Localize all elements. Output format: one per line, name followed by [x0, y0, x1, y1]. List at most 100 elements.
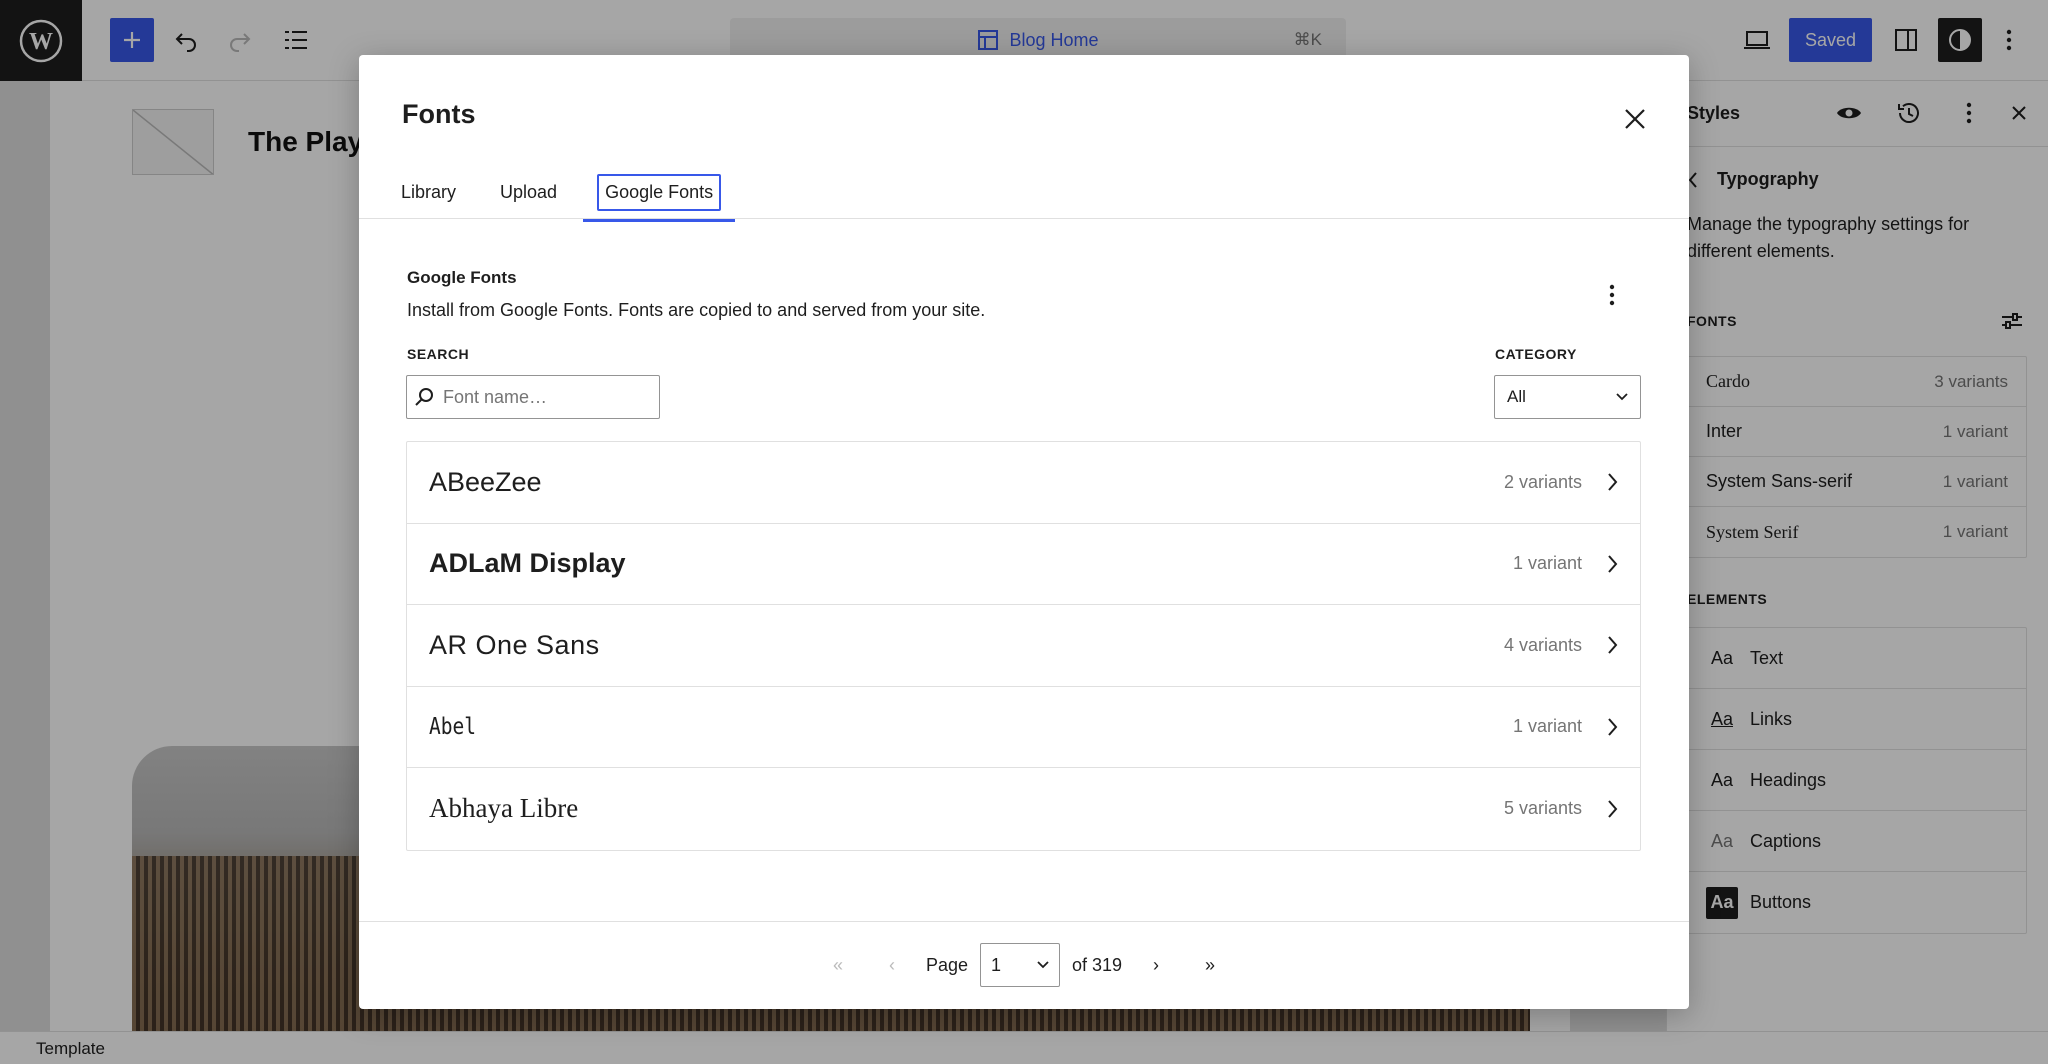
styles-sidebar: Styles Typography Manage the typography …	[1666, 81, 2048, 1031]
element-item-text[interactable]: Aa Text	[1688, 628, 2026, 689]
chevron-right-icon	[1608, 718, 1618, 736]
modal-title: Fonts	[402, 99, 476, 129]
font-result-item[interactable]: Abhaya Libre 5 variants	[407, 768, 1640, 850]
more-vertical-icon	[1966, 102, 1972, 124]
svg-text:W: W	[29, 29, 53, 55]
element-label: Headings	[1750, 769, 1827, 790]
wordpress-logo-icon[interactable]: W	[0, 0, 82, 81]
aa-icon: Aa	[1710, 647, 1734, 668]
section-title: Google Fonts	[407, 268, 517, 287]
last-page-button[interactable]: »	[1190, 955, 1230, 976]
eye-icon	[1837, 107, 1861, 119]
element-item-buttons[interactable]: Aa Buttons	[1688, 872, 2026, 933]
category-label: CATEGORY	[1495, 346, 1577, 362]
settings-toggle-button[interactable]	[1884, 18, 1928, 62]
font-variant-count: 1 variant	[1942, 522, 2008, 541]
font-result-name: Abhaya Libre	[429, 793, 579, 824]
previous-page-button[interactable]: ‹	[872, 955, 912, 976]
contrast-icon	[1949, 29, 1971, 51]
sidebar-more-button[interactable]	[1951, 95, 1987, 131]
font-result-item[interactable]: Abel 1 variant	[407, 687, 1640, 768]
breadcrumb-template[interactable]: Template	[36, 1039, 105, 1059]
font-result-item[interactable]: ADLaM Display 1 variant	[407, 524, 1640, 605]
element-item-links[interactable]: Aa Links	[1688, 689, 2026, 750]
search-icon	[415, 388, 433, 406]
fonts-modal: Fonts Library Upload Google Fonts Google…	[359, 55, 1689, 1009]
font-result-item[interactable]: ABeeZee 2 variants	[407, 442, 1640, 524]
page-value: 1	[991, 954, 1002, 975]
font-result-count: 1 variant	[1512, 716, 1582, 737]
style-book-button[interactable]	[1831, 95, 1867, 131]
element-item-captions[interactable]: Aa Captions	[1688, 811, 2026, 872]
tab-upload[interactable]: Upload	[488, 165, 569, 220]
elements-list: Aa Text Aa Links Aa Headings Aa Captions…	[1687, 627, 2027, 934]
next-page-button[interactable]: ›	[1136, 955, 1176, 976]
page-total: of 319	[1072, 954, 1123, 975]
settings-sliders-icon	[2002, 313, 2022, 329]
font-item[interactable]: System Serif 1 variant	[1688, 507, 2026, 557]
close-modal-button[interactable]	[1615, 99, 1655, 139]
google-fonts-options-button[interactable]	[1594, 277, 1630, 313]
category-select[interactable]: All	[1494, 375, 1641, 419]
font-result-count: 4 variants	[1503, 634, 1582, 655]
element-item-headings[interactable]: Aa Headings	[1688, 750, 2026, 811]
revisions-button[interactable]	[1891, 95, 1927, 131]
font-item[interactable]: Inter 1 variant	[1688, 407, 2026, 457]
more-vertical-icon	[2006, 29, 2012, 51]
element-label: Links	[1750, 708, 1793, 729]
search-label: SEARCH	[407, 346, 470, 362]
font-result-item[interactable]: AR One Sans 4 variants	[407, 605, 1640, 687]
plus-icon	[124, 32, 140, 48]
chevron-right-icon	[1608, 555, 1618, 573]
font-result-count: 2 variants	[1503, 471, 1582, 492]
font-result-count: 1 variant	[1512, 553, 1582, 574]
font-result-name: Abel	[429, 713, 477, 740]
tab-google-fonts[interactable]: Google Fonts	[583, 165, 736, 222]
font-name: Cardo	[1706, 371, 1750, 391]
close-sidebar-button[interactable]	[2001, 95, 2037, 131]
manage-fonts-button[interactable]	[1997, 306, 2027, 336]
font-variant-count: 1 variant	[1942, 421, 2008, 441]
typography-back-row: Typography	[1687, 169, 1819, 190]
more-vertical-icon	[1609, 284, 1615, 306]
font-result-name: ADLaM Display	[429, 548, 626, 579]
element-label: Text	[1750, 647, 1784, 668]
history-icon	[1898, 103, 1919, 123]
search-input[interactable]	[443, 386, 643, 408]
chevron-right-icon	[1608, 800, 1618, 818]
list-view-icon	[285, 31, 307, 49]
panel-title: Typography	[1717, 169, 1819, 189]
desktop-icon	[1744, 31, 1770, 49]
aa-icon: Aa	[1710, 708, 1734, 729]
page-select[interactable]: 1	[980, 943, 1060, 987]
command-shortcut: ⌘K	[1293, 30, 1322, 49]
font-item[interactable]: System Sans-serif 1 variant	[1688, 457, 2026, 507]
element-label: Captions	[1750, 830, 1822, 851]
first-page-button[interactable]: «	[818, 955, 858, 976]
tab-label: Library	[401, 182, 457, 202]
undo-button[interactable]	[164, 18, 208, 62]
close-icon	[1625, 109, 1645, 129]
redo-icon	[230, 33, 251, 52]
font-result-count: 5 variants	[1503, 798, 1582, 819]
site-logo-placeholder[interactable]	[132, 109, 214, 175]
font-variant-count: 1 variant	[1942, 471, 2008, 491]
font-item[interactable]: Cardo 3 variants	[1688, 357, 2026, 407]
options-button[interactable]	[1994, 18, 2024, 62]
tab-library[interactable]: Library	[389, 165, 468, 220]
pagination: « ‹ Page 1 of 319 › »	[359, 943, 1689, 987]
save-button[interactable]: Saved	[1789, 18, 1872, 62]
add-block-button[interactable]	[110, 18, 154, 62]
panel-description: Manage the typography settings for diffe…	[1687, 214, 1970, 261]
redo-button[interactable]	[218, 18, 262, 62]
close-icon	[2012, 106, 2026, 120]
document-overview-button[interactable]	[274, 18, 318, 62]
google-fonts-list: ABeeZee 2 variants ADLaM Display 1 varia…	[406, 441, 1641, 851]
preview-device-button[interactable]	[1735, 18, 1779, 62]
styles-toggle-button[interactable]	[1938, 18, 1982, 62]
chevron-right-icon	[1608, 636, 1618, 654]
search-field[interactable]	[406, 375, 660, 419]
font-result-name: ABeeZee	[429, 466, 542, 497]
undo-icon	[175, 33, 196, 52]
font-name: System Sans-serif	[1706, 471, 1853, 491]
